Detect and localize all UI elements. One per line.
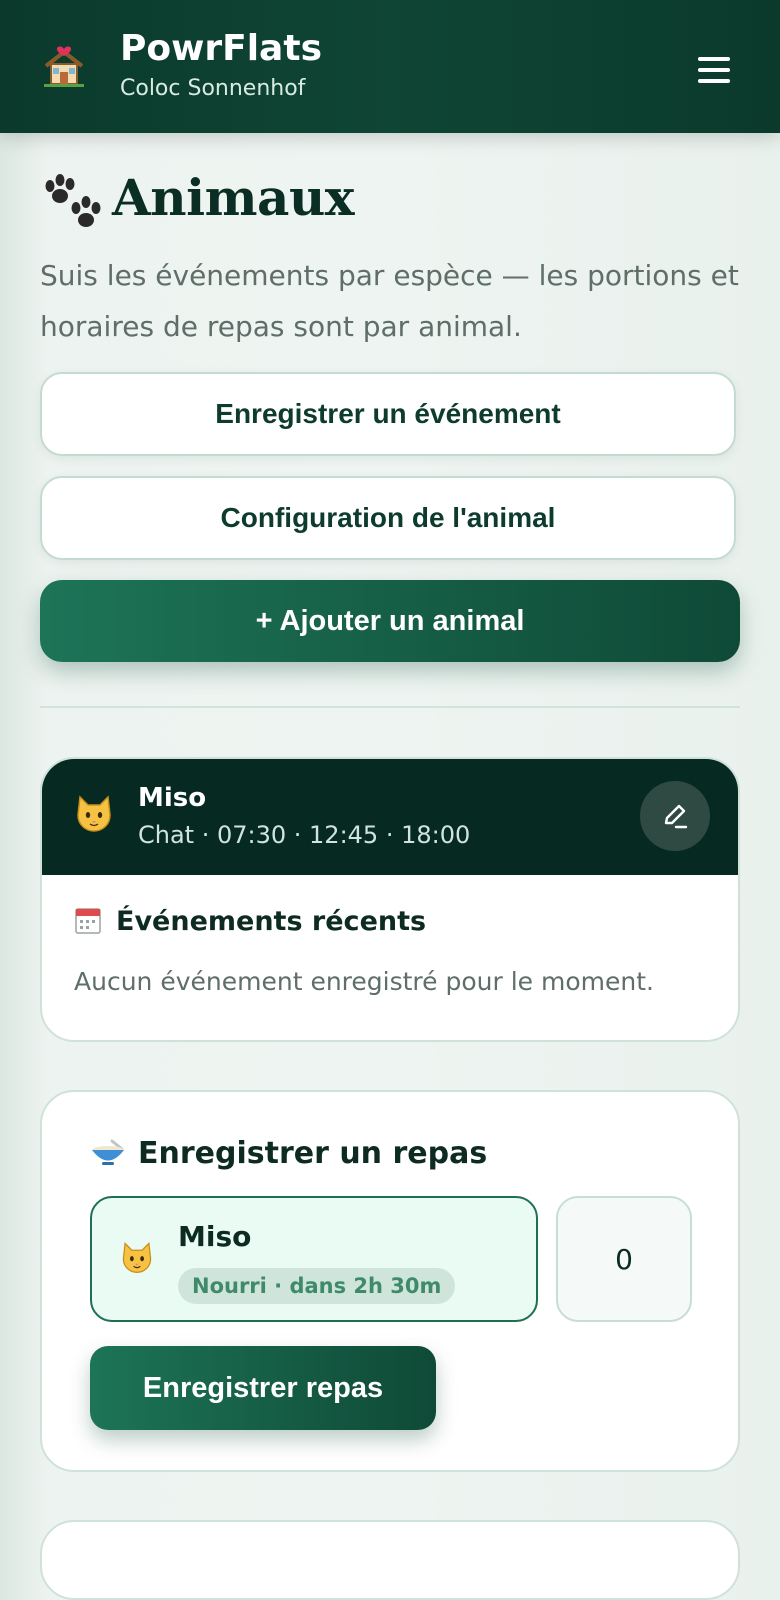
pet-card: Miso Chat · 07:30 · 12:45 · 18:00 Événem… — [40, 757, 740, 1042]
pet-card-header: Miso Chat · 07:30 · 12:45 · 18:00 — [42, 759, 738, 875]
pet-name: Miso — [138, 783, 207, 813]
meal-card: Enregistrer un repas Miso Nourri · dans … — [40, 1090, 740, 1472]
recent-events-title: Événements récents — [74, 905, 426, 937]
app-title: PowrFlats — [120, 28, 322, 69]
hamburger-menu-icon[interactable] — [698, 57, 730, 83]
events-empty-state: Aucun événement enregistré pour le momen… — [74, 967, 654, 996]
edit-pet-button[interactable] — [640, 781, 710, 851]
record-meal-button[interactable]: Enregistrer repas — [90, 1346, 436, 1430]
pet-select-option[interactable]: Miso Nourri · dans 2h 30m — [90, 1196, 538, 1322]
record-event-button[interactable]: Enregistrer un événement — [40, 372, 736, 456]
app-header: PowrFlats Coloc Sonnenhof — [0, 0, 780, 133]
household-name: Coloc Sonnenhof — [120, 76, 306, 101]
next-card — [40, 1520, 740, 1600]
calendar-icon — [75, 908, 101, 934]
page-description: Suis les événements par espèce — les por… — [40, 259, 739, 343]
bowl-icon — [92, 1139, 124, 1165]
cat-face-icon — [77, 795, 111, 832]
selected-pet-name: Miso — [178, 1220, 252, 1253]
portion-quantity-input[interactable]: 0 — [556, 1196, 692, 1322]
recent-events-label: Événements récents — [116, 906, 427, 937]
meal-title-label: Enregistrer un repas — [138, 1136, 488, 1171]
pencil-icon — [664, 804, 688, 829]
pet-meta: Chat · 07:30 · 12:45 · 18:00 — [138, 821, 471, 849]
page-title: Animaux — [112, 168, 355, 227]
fed-status-badge: Nourri · dans 2h 30m — [178, 1268, 456, 1304]
house-with-heart-icon — [44, 46, 84, 87]
paw-prints-icon — [45, 174, 101, 227]
add-pet-button[interactable]: + Ajouter un animal — [40, 580, 740, 662]
cat-face-icon — [122, 1242, 152, 1273]
divider — [40, 706, 740, 708]
meal-card-title: Enregistrer un repas — [90, 1136, 487, 1171]
pet-configuration-button[interactable]: Configuration de l'animal — [40, 476, 736, 560]
